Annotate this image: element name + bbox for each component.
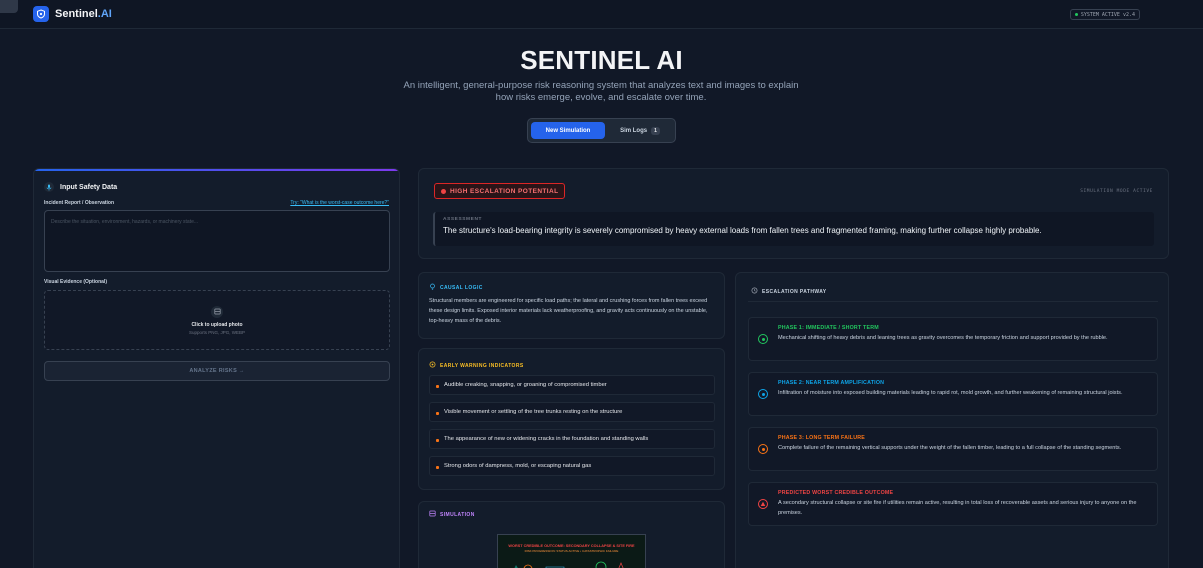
upload-sub-text: Supports PNG, JPG, WEBP: [188, 329, 246, 335]
page-title: SENTINEL AI: [520, 45, 683, 75]
microphone-icon: [44, 182, 54, 192]
mode-switch: New Simulation Sim Logs 1: [527, 118, 676, 143]
simulation-mode-label: SIMULATION MODE ACTIVE: [1080, 189, 1153, 194]
escalation-pathway-title: ESCALATION PATHWAY: [762, 288, 827, 295]
escalation-pathway-header: ESCALATION PATHWAY: [751, 287, 827, 296]
early-warning-title: EARLY WARNING INDICATORS: [440, 362, 524, 369]
warning-item: Audible creaking, snapping, or groaning …: [429, 375, 715, 395]
warning-item: Visible movement or settling of the tree…: [429, 402, 715, 422]
phase-card-worst: PREDICTED WORST CREDIBLE OUTCOME A secon…: [748, 482, 1158, 526]
phase-text: Infiltration of moisture into exposed bu…: [778, 390, 1123, 396]
status-dot-icon: [1074, 13, 1078, 16]
warning-eye-icon: [429, 361, 436, 370]
incident-report-input[interactable]: Describe the situation, environment, haz…: [44, 210, 390, 272]
phase-title: PHASE 1: IMMEDIATE / SHORT TERM: [778, 325, 879, 331]
phase-status-icon: [758, 389, 768, 399]
warning-item-text: Audible creaking, snapping, or groaning …: [444, 382, 607, 388]
clock-icon: [751, 287, 758, 296]
causal-logic-text: Structural members are engineered for sp…: [429, 298, 708, 324]
warning-bullet-icon: [436, 466, 439, 469]
warning-item: Strong odors of dampness, mold, or escap…: [429, 456, 715, 476]
system-status-badge: SYSTEM ACTIVE v2.4: [1069, 9, 1140, 20]
brand[interactable]: Sentinel.AI: [33, 6, 112, 22]
divider: [748, 301, 1158, 302]
assessment-card: HIGH ESCALATION POTENTIAL SIMULATION MOD…: [418, 168, 1169, 259]
phase-text: Complete failure of the remaining vertic…: [778, 445, 1122, 451]
assessment-label: ASSESSMENT: [443, 217, 483, 222]
top-navbar: Sentinel.AI SYSTEM ACTIVE v2.4: [0, 0, 1203, 29]
early-warning-header: EARLY WARNING INDICATORS: [429, 361, 524, 370]
sim-logs-label: Sim Logs: [620, 127, 648, 134]
warning-item-text: The appearance of new or widening cracks…: [444, 436, 649, 442]
assessment-text: The structure's load-bearing integrity i…: [443, 226, 1042, 235]
phase-title: PREDICTED WORST CREDIBLE OUTCOME: [778, 490, 894, 496]
upload-main-text: Click to upload photo: [191, 321, 243, 328]
simulation-image[interactable]: WORST CREDIBLE OUTCOME: SECONDARY COLLAP…: [497, 534, 646, 568]
phase-title: PHASE 3: LONG TERM FAILURE: [778, 435, 866, 441]
simulation-image-caption: WORST CREDIBLE OUTCOME: SECONDARY COLLAP…: [508, 544, 635, 548]
warning-item-text: Strong odors of dampness, mold, or escap…: [444, 463, 592, 469]
photo-upload-dropzone[interactable]: Click to upload photo Supports PNG, JPG,…: [44, 290, 390, 350]
warning-bullet-icon: [436, 385, 439, 388]
assessment-box: ASSESSMENT The structure's load-bearing …: [433, 212, 1154, 246]
phase-card-3: PHASE 3: LONG TERM FAILURE Complete fail…: [748, 427, 1158, 471]
new-simulation-button[interactable]: New Simulation: [531, 122, 605, 139]
simulation-panel: SIMULATION WORST CREDIBLE OUTCOME: SECON…: [418, 501, 725, 568]
page-subtitle: An intelligent, general-purpose risk rea…: [403, 80, 799, 103]
warning-item: The appearance of new or widening cracks…: [429, 429, 715, 449]
shield-logo-icon: [33, 6, 49, 22]
early-warning-panel: EARLY WARNING INDICATORS Audible creakin…: [418, 348, 725, 490]
phase-status-icon: [758, 334, 768, 344]
simulation-illustration-icon: [514, 561, 624, 568]
phase-status-icon: [758, 444, 768, 454]
sim-logs-button[interactable]: Sim Logs 1: [609, 122, 671, 139]
lightbulb-icon: [429, 283, 436, 292]
causal-logic-panel: CAUSAL LOGIC Structural members are engi…: [418, 272, 725, 339]
phase-text: A secondary structural collapse or site …: [778, 500, 1137, 516]
causal-logic-title: CAUSAL LOGIC: [440, 284, 483, 291]
causal-logic-header: CAUSAL LOGIC: [429, 283, 483, 292]
escalation-badge-text: HIGH ESCALATION POTENTIAL: [450, 187, 559, 195]
phase-card-1: PHASE 1: IMMEDIATE / SHORT TERM Mechanic…: [748, 317, 1158, 361]
escalation-pathway-panel: ESCALATION PATHWAY PHASE 1: IMMEDIATE / …: [735, 272, 1169, 568]
warning-triangle-icon: [758, 499, 768, 509]
simulation-title: SIMULATION: [440, 511, 475, 518]
phase-title: PHASE 2: NEAR TERM AMPLIFICATION: [778, 380, 885, 386]
simulation-header: SIMULATION: [429, 510, 475, 519]
corner-tab[interactable]: [0, 0, 18, 13]
phase-card-2: PHASE 2: NEAR TERM AMPLIFICATION Infiltr…: [748, 372, 1158, 416]
alert-dot-icon: [441, 188, 446, 194]
input-safety-card: Input Safety Data Incident Report / Obse…: [33, 168, 400, 568]
card-accent-bar: [34, 169, 399, 171]
simulation-image-subcaption: RISK PROGRESSION: STATUS ACTIVE • CATAST…: [524, 549, 619, 553]
input-card-title: Input Safety Data: [60, 183, 118, 191]
input-card-header: Input Safety Data: [44, 182, 117, 192]
image-upload-icon: [211, 305, 223, 318]
system-status-text: SYSTEM ACTIVE v2.4: [1080, 11, 1135, 18]
brand-name: Sentinel.AI: [55, 8, 112, 20]
warning-bullet-icon: [436, 412, 439, 415]
sim-logs-count-badge: 1: [651, 126, 660, 135]
try-example-link[interactable]: Try: "What is the worst-case outcome her…: [290, 200, 389, 206]
image-frame-icon: [429, 510, 436, 519]
evidence-label: Visual Evidence (Optional): [44, 279, 107, 285]
warning-bullet-icon: [436, 439, 439, 442]
escalation-badge: HIGH ESCALATION POTENTIAL: [434, 183, 566, 199]
analyze-risks-button[interactable]: ANALYZE RISKS →: [44, 361, 390, 381]
phase-text: Mechanical shifting of heavy debris and …: [778, 335, 1108, 341]
report-label: Incident Report / Observation: [44, 200, 115, 206]
warning-item-text: Visible movement or settling of the tree…: [444, 409, 623, 415]
